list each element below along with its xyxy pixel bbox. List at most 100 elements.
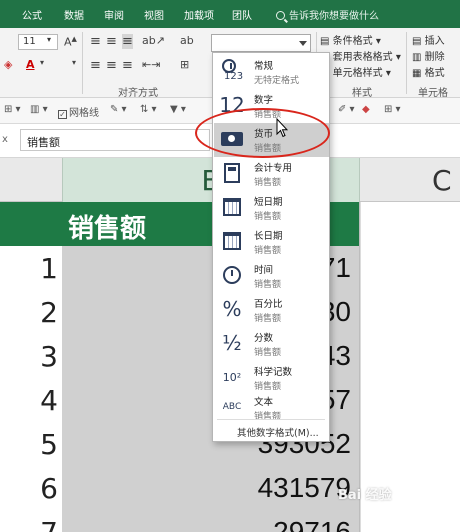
cell[interactable] — [360, 246, 460, 290]
tab-team[interactable]: 团队 — [232, 7, 252, 22]
eraser-icon[interactable]: ◆ — [362, 104, 370, 115]
delete-button[interactable]: ▥ 删除 — [412, 48, 445, 63]
format-option-percent[interactable]: % 百分比 销售额 — [214, 293, 329, 327]
align-center-icon[interactable]: ≡ — [106, 58, 117, 73]
table-format-button[interactable]: ▦ 套用表格格式 ▾ — [320, 48, 401, 63]
number-format-select[interactable] — [211, 34, 311, 52]
more-icon[interactable]: ⊞ ▾ — [384, 104, 401, 115]
cells-group-label: 单元格 — [418, 88, 448, 99]
row-number[interactable]: 4 — [0, 378, 62, 422]
cell[interactable] — [360, 334, 460, 378]
option-name: 百分比 — [254, 299, 283, 310]
format-option-currency[interactable]: 货币 销售额 — [214, 123, 329, 157]
option-name: 常规 — [254, 61, 274, 72]
formula-input[interactable]: 销售额 — [20, 129, 210, 151]
cell[interactable] — [360, 290, 460, 334]
format-button[interactable]: ▦ 格式 — [412, 64, 445, 79]
align-middle-icon[interactable]: ≡ — [106, 34, 117, 49]
separator — [82, 32, 83, 94]
fill-color-icon[interactable]: ◈ — [4, 58, 12, 71]
tell-me-search[interactable]: 告诉我你想要做什么 — [276, 7, 379, 22]
gridlines-label: 网格线 — [69, 108, 99, 119]
row-number[interactable]: 7 — [0, 510, 62, 532]
option-name: 科学记数 — [254, 367, 293, 378]
format-option-long-date[interactable]: 长日期 销售额 — [214, 225, 329, 259]
row-number[interactable]: 3 — [0, 334, 62, 378]
insert-button[interactable]: ▤ 插入 — [412, 32, 445, 47]
table-format-label: 套用表格格式 — [332, 52, 393, 63]
align-bottom-icon[interactable]: ≡ — [122, 34, 133, 49]
option-sample: 销售额 — [254, 348, 282, 358]
scientific-icon: 10² — [222, 370, 242, 384]
watermark: Bai 经验 — [338, 488, 392, 503]
gridlines-checkbox[interactable]: ✓ 网格线 — [58, 104, 99, 119]
column-header-c[interactable]: C — [362, 158, 460, 202]
cell-value[interactable]: 431579 — [62, 466, 360, 510]
format-option-scientific[interactable]: 10² 科学记数 销售额 — [214, 361, 329, 395]
general-glyph: 123 — [224, 71, 244, 82]
percent-icon: % — [222, 297, 242, 321]
format-painter-icon[interactable]: ✎ ▾ — [110, 104, 127, 115]
font-color-icon[interactable]: A — [26, 58, 35, 71]
sort-icon[interactable]: ⇅ ▾ — [140, 104, 157, 115]
format-option-number[interactable]: 12 数字 销售额 — [214, 89, 329, 123]
font-size-select[interactable]: 11 ▾ — [18, 34, 58, 50]
indent-icon[interactable]: ⇤⇥ — [142, 58, 160, 71]
number-format-dropdown: 123 常规 无特定格式 12 数字 销售额 货币 销售额 会计专用 销售额 短… — [212, 52, 330, 442]
chevron-down-icon[interactable]: ▾ — [40, 58, 44, 67]
long-date-icon — [220, 229, 244, 253]
cell[interactable] — [360, 422, 460, 466]
cell[interactable] — [360, 378, 460, 422]
mouse-cursor-icon — [276, 118, 288, 138]
align-left-icon[interactable]: ≡ — [90, 58, 101, 73]
tab-addins[interactable]: 加载项 — [184, 7, 214, 22]
tab-data[interactable]: 数据 — [64, 7, 84, 22]
fx-icon[interactable]: x — [2, 134, 8, 145]
option-name: 长日期 — [254, 231, 283, 242]
chevron-down-icon[interactable] — [299, 41, 307, 46]
filter-icon[interactable]: ▼ ▾ — [170, 104, 186, 115]
format-option-accounting[interactable]: 会计专用 销售额 — [214, 157, 329, 191]
checkbox-icon: ✓ — [58, 110, 67, 119]
wrap-text-icon[interactable]: ab — [180, 34, 194, 47]
tab-formulas[interactable]: 公式 — [22, 7, 42, 22]
format-label: 格式 — [424, 68, 445, 79]
row-number[interactable]: 1 — [0, 246, 62, 290]
separator — [406, 32, 407, 94]
styles-group-label: 样式 — [352, 88, 372, 99]
row-header[interactable] — [0, 202, 62, 246]
cell[interactable] — [360, 510, 460, 532]
row-number[interactable]: 5 — [0, 422, 62, 466]
cell-styles-button[interactable]: ▧ 单元格样式 ▾ — [320, 64, 391, 79]
tab-review[interactable]: 审阅 — [104, 7, 124, 22]
insert-label: 插入 — [424, 36, 445, 47]
option-sample: 销售额 — [254, 412, 282, 422]
orientation-icon[interactable]: ab↗ — [142, 34, 165, 47]
more-number-formats-link[interactable]: 其他数字格式(M)... — [237, 425, 319, 439]
align-right-icon[interactable]: ≡ — [122, 58, 133, 73]
cell-value[interactable]: 29716 — [62, 510, 360, 532]
border-icon[interactable]: ⊞ ▾ — [4, 104, 21, 115]
fill-icon[interactable]: ▥ ▾ — [30, 104, 48, 115]
format-option-short-date[interactable]: 短日期 销售额 — [214, 191, 329, 225]
pen-icon[interactable]: ✐ ▾ — [338, 104, 355, 115]
accounting-icon — [220, 161, 244, 185]
option-sample: 销售额 — [254, 178, 282, 188]
time-clock-icon — [220, 263, 244, 287]
merge-center-icon[interactable]: ⊞ — [180, 58, 189, 71]
conditional-format-button[interactable]: ▤ 条件格式 ▾ — [320, 32, 381, 47]
general-123-icon: 123 — [220, 59, 244, 83]
format-option-fraction[interactable]: ½ 分数 销售额 — [214, 327, 329, 361]
cell[interactable] — [360, 202, 460, 246]
option-name: 短日期 — [254, 197, 283, 208]
row-number[interactable]: 6 — [0, 466, 62, 510]
row-number[interactable]: 2 — [0, 290, 62, 334]
increase-font-icon[interactable]: A▲ — [64, 35, 77, 49]
align-top-icon[interactable]: ≡ — [90, 34, 101, 49]
tab-view[interactable]: 视图 — [144, 7, 164, 22]
option-name: 分数 — [254, 333, 274, 344]
format-option-time[interactable]: 时间 销售额 — [214, 259, 329, 293]
chevron-down-icon[interactable]: ▾ — [72, 58, 76, 67]
option-sample: 无特定格式 — [254, 76, 300, 86]
format-option-general[interactable]: 123 常规 无特定格式 — [214, 55, 329, 89]
